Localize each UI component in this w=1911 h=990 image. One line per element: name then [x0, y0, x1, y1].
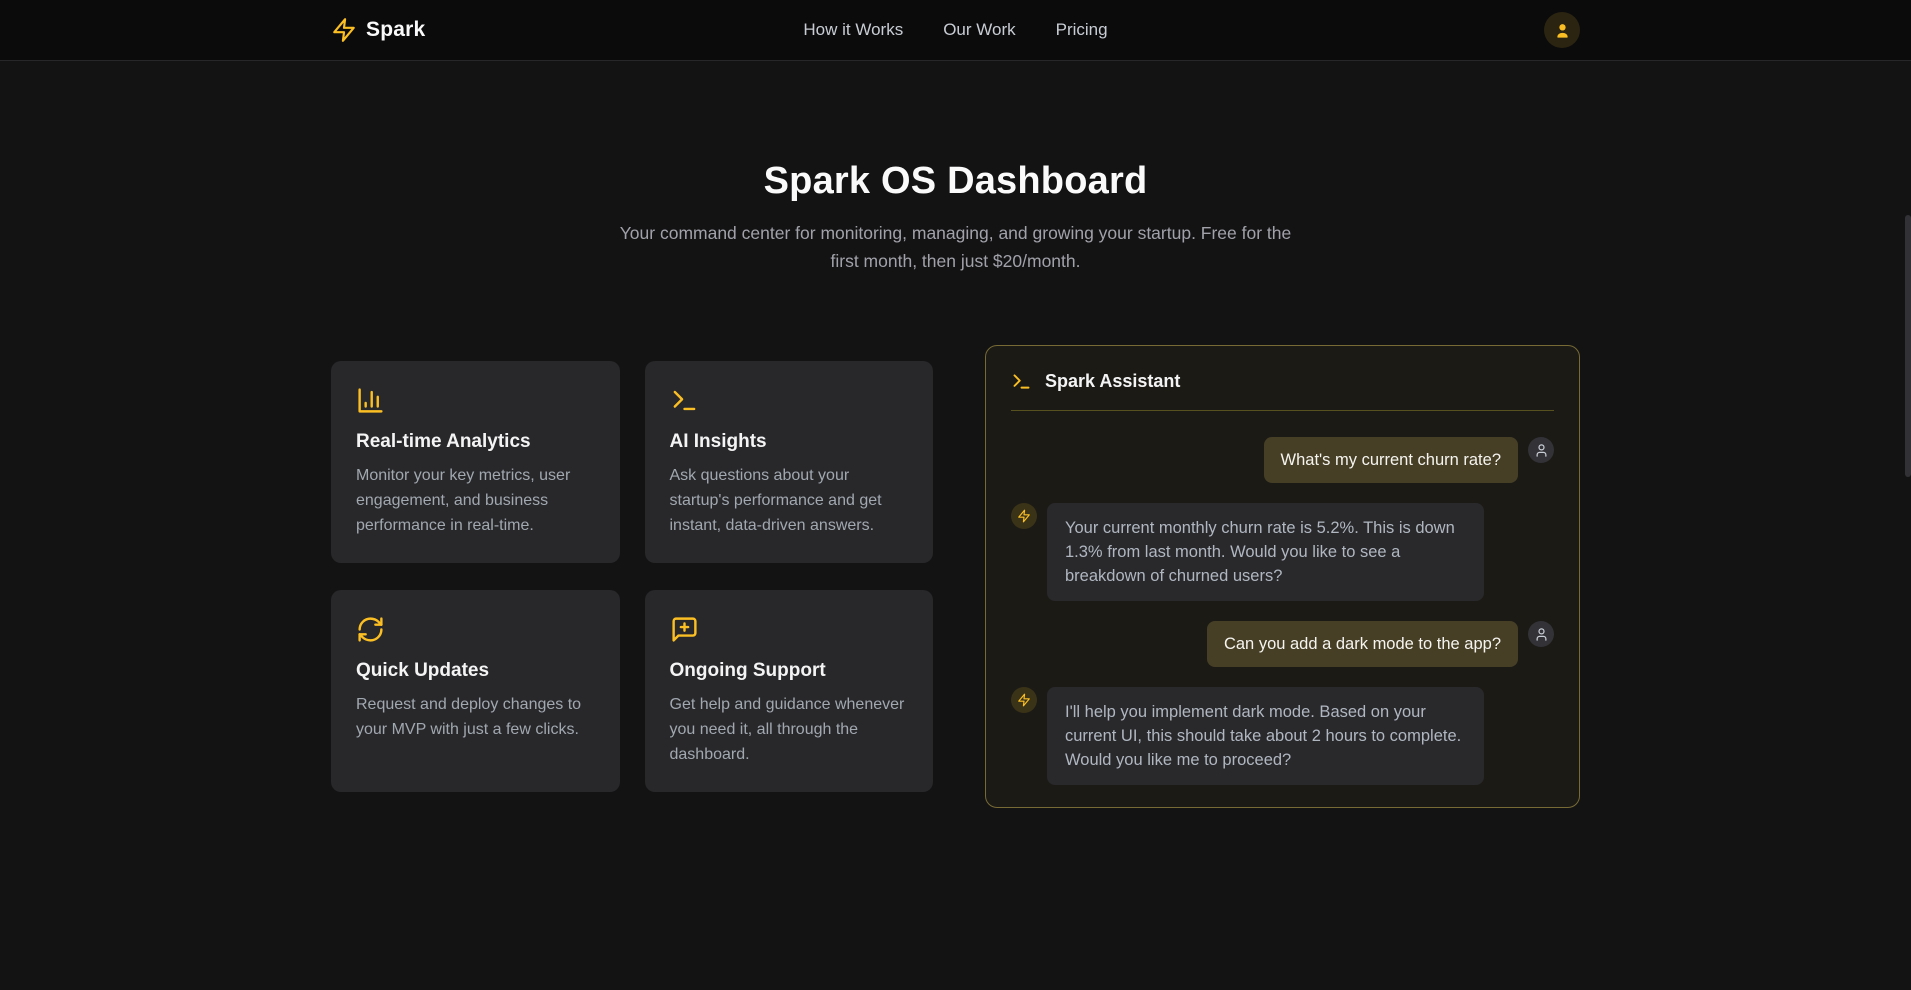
- bar-chart-icon: [356, 386, 595, 415]
- chat-message-assistant: I'll help you implement dark mode. Based…: [1011, 687, 1554, 785]
- refresh-icon: [356, 615, 595, 644]
- scrollbar-thumb[interactable]: [1905, 215, 1911, 477]
- feature-description: Monitor your key metrics, user engagemen…: [356, 463, 595, 538]
- chat-message-user: Can you add a dark mode to the app?: [1011, 621, 1554, 667]
- assistant-avatar: [1011, 503, 1037, 529]
- feature-title: Real-time Analytics: [356, 431, 595, 453]
- zap-icon: [1017, 693, 1031, 707]
- feature-card-quick-updates: Quick Updates Request and deploy changes…: [331, 590, 620, 792]
- profile-avatar-button[interactable]: [1544, 12, 1580, 48]
- assistant-message-bubble: I'll help you implement dark mode. Based…: [1047, 687, 1484, 785]
- main-content: Spark OS Dashboard Your command center f…: [0, 158, 1911, 808]
- feature-card-ongoing-support: Ongoing Support Get help and guidance wh…: [645, 590, 934, 792]
- brand-logo[interactable]: Spark: [331, 17, 425, 43]
- page-subtitle: Your command center for monitoring, mana…: [616, 219, 1296, 275]
- user-message-bubble: Can you add a dark mode to the app?: [1207, 621, 1518, 667]
- nav-link-pricing[interactable]: Pricing: [1056, 20, 1108, 40]
- chat-messages: What's my current churn rate?: [1011, 437, 1554, 785]
- feature-description: Ask questions about your startup's perfo…: [670, 463, 909, 538]
- feature-card-ai-insights: AI Insights Ask questions about your sta…: [645, 361, 934, 563]
- terminal-icon: [670, 386, 909, 415]
- zap-icon: [1017, 509, 1031, 523]
- zap-icon: [331, 17, 357, 43]
- user-message-bubble: What's my current churn rate?: [1264, 437, 1518, 483]
- feature-description: Get help and guidance whenever you need …: [670, 692, 909, 767]
- page-title: Spark OS Dashboard: [0, 158, 1911, 204]
- chat-header: Spark Assistant: [1011, 371, 1554, 411]
- dashboard-preview-section: Real-time Analytics Monitor your key met…: [331, 345, 1580, 808]
- feature-title: Ongoing Support: [670, 660, 909, 682]
- feature-description: Request and deploy changes to your MVP w…: [356, 692, 595, 742]
- feature-title: Quick Updates: [356, 660, 595, 682]
- nav-link-how-it-works[interactable]: How it Works: [803, 20, 903, 40]
- hero-section: Spark OS Dashboard Your command center f…: [0, 158, 1911, 275]
- navbar: Spark How it Works Our Work Pricing: [0, 0, 1911, 61]
- feature-title: AI Insights: [670, 431, 909, 453]
- chat-message-user: What's my current churn rate?: [1011, 437, 1554, 483]
- nav-links: How it Works Our Work Pricing: [803, 20, 1107, 40]
- navbar-container: Spark How it Works Our Work Pricing: [331, 0, 1580, 60]
- spark-assistant-panel: Spark Assistant What's my current churn …: [985, 345, 1580, 808]
- assistant-message-bubble: Your current monthly churn rate is 5.2%.…: [1047, 503, 1484, 601]
- terminal-icon: [1011, 371, 1032, 392]
- features-grid: Real-time Analytics Monitor your key met…: [331, 361, 933, 792]
- user-avatar: [1528, 437, 1554, 463]
- scrollbar[interactable]: [1904, 0, 1911, 990]
- brand-name: Spark: [366, 18, 425, 42]
- chat-message-assistant: Your current monthly churn rate is 5.2%.…: [1011, 503, 1554, 601]
- user-icon: [1534, 627, 1549, 642]
- nav-link-our-work[interactable]: Our Work: [943, 20, 1015, 40]
- message-square-plus-icon: [670, 615, 909, 644]
- assistant-avatar: [1011, 687, 1037, 713]
- feature-card-real-time-analytics: Real-time Analytics Monitor your key met…: [331, 361, 620, 563]
- user-avatar: [1528, 621, 1554, 647]
- user-icon: [1553, 21, 1572, 40]
- chat-title: Spark Assistant: [1045, 371, 1180, 392]
- user-icon: [1534, 443, 1549, 458]
